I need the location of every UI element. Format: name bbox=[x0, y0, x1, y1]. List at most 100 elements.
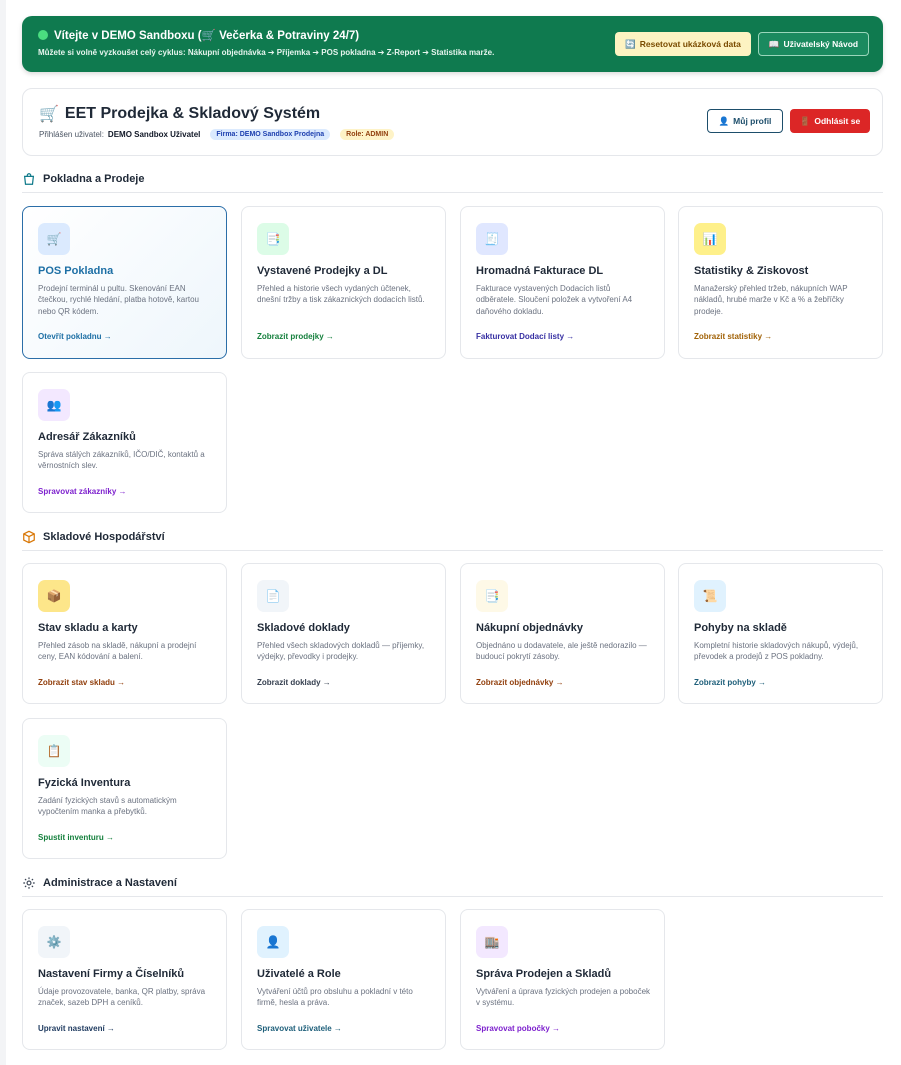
reset-demo-data-button[interactable]: 🔄 Resetovat ukázková data bbox=[615, 32, 751, 56]
document-icon: 📄 bbox=[257, 580, 289, 612]
card-link[interactable]: Zobrazit objednávky → bbox=[476, 678, 564, 687]
section-sales-heading: Pokladna a Prodeje bbox=[22, 171, 883, 193]
page: Vítejte v DEMO Sandboxu (🛒 Večerka & Pot… bbox=[6, 0, 901, 1065]
card-physical-inventory[interactable]: 📋 Fyzická Inventura Zadání fyzických sta… bbox=[22, 718, 227, 859]
banner-title: Vítejte v DEMO Sandboxu (🛒 Večerka & Pot… bbox=[54, 30, 360, 42]
banner-subtitle: Můžete si volně vyzkoušet celý cyklus: N… bbox=[38, 48, 495, 57]
user-icon: 👤 bbox=[257, 926, 289, 958]
section-title: Skladové Hospodářství bbox=[43, 530, 165, 543]
card-title: Správa Prodejen a Skladů bbox=[476, 968, 612, 980]
reset-button-label: Resetovat ukázková data bbox=[639, 39, 741, 49]
order-icon: 📑 bbox=[476, 580, 508, 612]
card-title: Vystavené Prodejky a DL bbox=[257, 265, 388, 277]
card-link[interactable]: Fakturovat Dodací listy → bbox=[476, 332, 574, 341]
package-icon: 📦 bbox=[38, 580, 70, 612]
card-description: Přehled všech skladových dokladů — příje… bbox=[257, 641, 425, 662]
app-header: 🛒 EET Prodejka & Skladový Systém Přihláš… bbox=[22, 88, 883, 156]
card-link[interactable]: Spravovat uživatele → bbox=[257, 1024, 342, 1033]
book-icon: 📖 bbox=[768, 38, 780, 49]
section-title: Administrace a Nastavení bbox=[43, 876, 177, 889]
user-guide-button[interactable]: 📖 Uživatelský Návod bbox=[758, 32, 869, 56]
user-icon: 👤 bbox=[718, 115, 730, 126]
card-bulk-invoicing[interactable]: 🧾 Hromadná Fakturace DL Fakturace vystav… bbox=[460, 206, 665, 359]
app-title: EET Prodejka & Skladový Systém bbox=[64, 105, 321, 122]
receipt-icon: 📑 bbox=[257, 223, 289, 255]
logout-button-label: Odhlásit se bbox=[814, 116, 861, 126]
card-description: Vytváření a úprava fyzických prodejen a … bbox=[476, 987, 651, 1008]
box-icon bbox=[23, 530, 35, 543]
gear-icon: ⚙️ bbox=[38, 926, 70, 958]
profile-button-label: Můj profil bbox=[733, 116, 772, 126]
card-issued-receipts[interactable]: 📑 Vystavené Prodejky a DL Přehled a hist… bbox=[241, 206, 446, 359]
card-link[interactable]: Zobrazit doklady → bbox=[257, 678, 331, 687]
guide-button-label: Uživatelský Návod bbox=[783, 39, 859, 49]
reset-icon: 🔄 bbox=[625, 38, 636, 49]
status-dot-icon bbox=[38, 30, 48, 40]
card-description: Kompletní historie skladových nákupů, vý… bbox=[694, 641, 859, 662]
card-title: Uživatelé a Role bbox=[257, 968, 341, 980]
card-link[interactable]: Upravit nastavení → bbox=[38, 1024, 115, 1033]
cart-icon: 🛒 bbox=[38, 223, 70, 255]
card-title: Statistiky & Ziskovost bbox=[694, 265, 809, 277]
shopping-bag-icon bbox=[23, 172, 35, 185]
app-title-row: 🛒 EET Prodejka & Skladový Systém bbox=[39, 104, 320, 124]
card-stock-movements[interactable]: 📜 Pohyby na skladě Kompletní historie sk… bbox=[678, 563, 883, 704]
card-description: Správa stálých zákazníků, IČO/DIČ, konta… bbox=[38, 450, 205, 471]
card-description: Přehled a historie všech vydaných účtene… bbox=[257, 284, 425, 305]
cart-icon: 🛒 bbox=[39, 106, 59, 123]
card-link[interactable]: Zobrazit prodejky → bbox=[257, 332, 334, 341]
card-link[interactable]: Zobrazit statistiky → bbox=[694, 332, 772, 341]
section-admin-heading: Administrace a Nastavení bbox=[22, 875, 883, 897]
demo-banner: Vítejte v DEMO Sandboxu (🛒 Večerka & Pot… bbox=[22, 16, 883, 72]
card-title: Nastavení Firmy a Číselníků bbox=[38, 968, 185, 980]
card-title: POS Pokladna bbox=[38, 265, 114, 277]
card-link[interactable]: Spustit inventuru → bbox=[38, 833, 114, 842]
card-description: Přehled zásob na skladě, nákupní a prode… bbox=[38, 641, 197, 662]
card-title: Fyzická Inventura bbox=[38, 777, 131, 789]
card-link[interactable]: Spravovat pobočky → bbox=[476, 1024, 560, 1033]
card-link[interactable]: Zobrazit pohyby → bbox=[694, 678, 766, 687]
card-link[interactable]: Otevřít pokladnu → bbox=[38, 332, 112, 341]
user-info: Přihlášen uživatel: DEMO Sandbox Uživate… bbox=[39, 129, 395, 140]
people-icon: 👥 bbox=[38, 389, 70, 421]
banner-title-row: Vítejte v DEMO Sandboxu (🛒 Večerka & Pot… bbox=[38, 28, 359, 42]
user-name: DEMO Sandbox Uživatel bbox=[107, 130, 201, 139]
card-description: Údaje provozovatele, banka, QR platby, s… bbox=[38, 987, 206, 1008]
role-badge: Role: ADMIN bbox=[340, 129, 395, 140]
logout-button[interactable]: 🚪 Odhlásit se bbox=[790, 109, 870, 133]
card-description: Prodejní terminál u pultu. Skenování EAN… bbox=[38, 284, 199, 316]
card-title: Pohyby na skladě bbox=[694, 622, 787, 634]
section-warehouse-heading: Skladové Hospodářství bbox=[22, 529, 883, 551]
clipboard-icon: 📋 bbox=[38, 735, 70, 767]
card-description: Zadání fyzických stavů s automatickým vy… bbox=[38, 796, 177, 817]
card-users-roles[interactable]: 👤 Uživatelé a Role Vytváření účtů pro ob… bbox=[241, 909, 446, 1050]
card-title: Stav skladu a karty bbox=[38, 622, 138, 634]
card-title: Adresář Zákazníků bbox=[38, 431, 136, 443]
section-title: Pokladna a Prodeje bbox=[43, 172, 145, 185]
card-pos-register[interactable]: 🛒 POS Pokladna Prodejní terminál u pultu… bbox=[22, 206, 227, 359]
card-link[interactable]: Spravovat zákazníky → bbox=[38, 487, 126, 496]
invoice-icon: 🧾 bbox=[476, 223, 508, 255]
card-title: Nákupní objednávky bbox=[476, 622, 583, 634]
card-description: Vytváření účtů pro obsluhu a pokladní v … bbox=[257, 987, 413, 1008]
card-statistics[interactable]: 📊 Statistiky & Ziskovost Manažerský přeh… bbox=[678, 206, 883, 359]
scroll-icon: 📜 bbox=[694, 580, 726, 612]
card-title: Skladové doklady bbox=[257, 622, 350, 634]
card-stores-warehouses[interactable]: 🏬 Správa Prodejen a Skladů Vytváření a ú… bbox=[460, 909, 665, 1050]
card-description: Manažerský přehled tržeb, nákupních WAP … bbox=[694, 284, 848, 316]
firm-badge: Firma: DEMO Sandbox Prodejna bbox=[210, 129, 331, 140]
card-company-settings[interactable]: ⚙️ Nastavení Firmy a Číselníků Údaje pro… bbox=[22, 909, 227, 1050]
card-stock-documents[interactable]: 📄 Skladové doklady Přehled všech skladov… bbox=[241, 563, 446, 704]
door-icon: 🚪 bbox=[799, 115, 811, 126]
card-customer-directory[interactable]: 👥 Adresář Zákazníků Správa stálých zákaz… bbox=[22, 372, 227, 513]
my-profile-button[interactable]: 👤 Můj profil bbox=[707, 109, 783, 133]
chart-icon: 📊 bbox=[694, 223, 726, 255]
card-description: Fakturace vystavených Dodacích listů odb… bbox=[476, 284, 633, 316]
card-stock-status[interactable]: 📦 Stav skladu a karty Přehled zásob na s… bbox=[22, 563, 227, 704]
gear-icon bbox=[23, 876, 35, 889]
card-link[interactable]: Zobrazit stav skladu → bbox=[38, 678, 125, 687]
logged-in-label: Přihlášen uživatel: bbox=[39, 130, 104, 139]
building-icon: 🏬 bbox=[476, 926, 508, 958]
card-title: Hromadná Fakturace DL bbox=[476, 265, 604, 277]
card-purchase-orders[interactable]: 📑 Nákupní objednávky Objednáno u dodavat… bbox=[460, 563, 665, 704]
